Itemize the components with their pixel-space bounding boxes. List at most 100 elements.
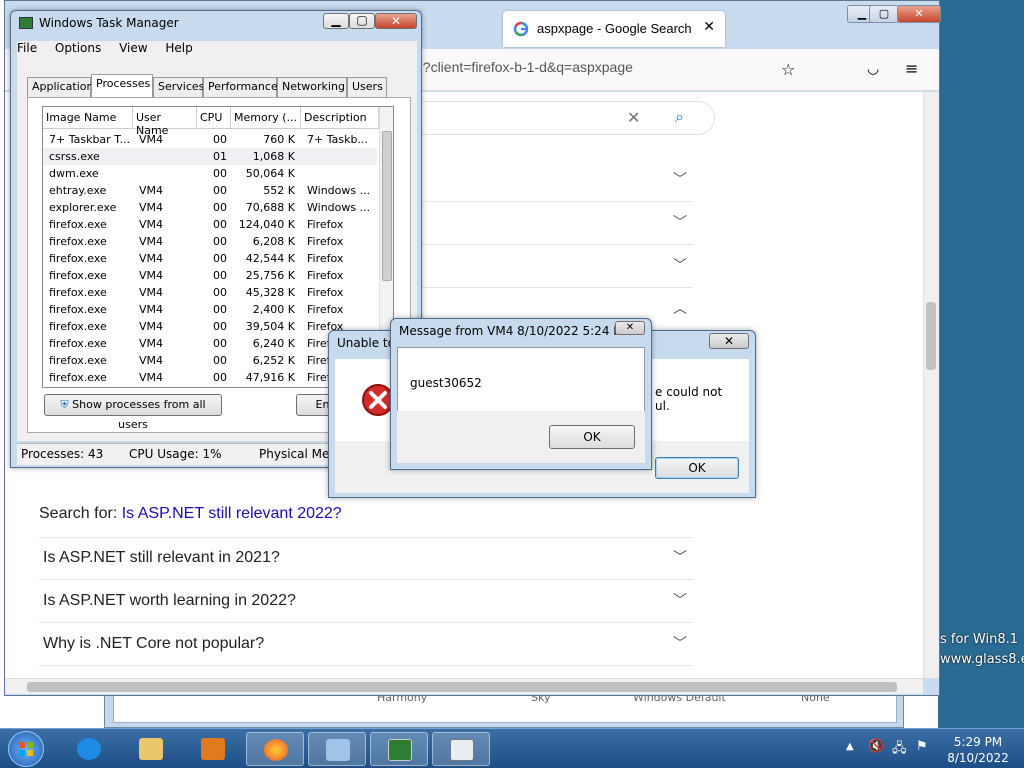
process-row[interactable]: ehtray.exe VM4 00 552 K Windows ... [43, 182, 377, 199]
process-memory: 124,040 K [238, 218, 295, 231]
google-icon [513, 21, 529, 37]
column-memory[interactable]: Memory (... [231, 107, 301, 129]
process-description: Firefox [307, 235, 344, 248]
close-tab-icon[interactable]: ✕ [703, 19, 715, 35]
process-image-name: firefox.exe [49, 303, 107, 316]
process-image-name: ehtray.exe [49, 184, 107, 197]
process-row[interactable]: firefox.exe VM4 00 47,916 K Firef [43, 369, 377, 386]
close-button[interactable]: ✕ [709, 333, 749, 349]
error-ok-button[interactable]: OK [655, 457, 739, 479]
shield-icon: ⛨ [60, 398, 69, 411]
process-user-name: VM4 [139, 133, 164, 146]
process-row[interactable]: firefox.exe VM4 00 6,208 K Firefox [43, 233, 377, 250]
process-row[interactable]: explorer.exe VM4 00 70,688 K Windows ... [43, 199, 377, 216]
url-bar[interactable]: h?client=firefox-b-1-d&q=aspxpage [415, 59, 633, 75]
scrollbar-thumb[interactable] [27, 682, 897, 692]
process-user-name: VM4 [139, 201, 164, 214]
taskbar-control-panel[interactable] [308, 732, 366, 766]
question-text: Is ASP.NET worth learning in 2022? [43, 592, 296, 609]
horizontal-scrollbar[interactable] [5, 678, 923, 694]
question-row[interactable]: Is ASP.NET worth learning in 2022? ﹀ [39, 580, 693, 623]
search-input[interactable]: ✕ ⌕ [415, 101, 715, 135]
process-cpu: 00 [213, 252, 227, 265]
tab-applications[interactable]: Applications [27, 77, 99, 97]
tab-processes[interactable]: Processes [91, 74, 153, 98]
close-button[interactable]: ✕ [615, 321, 645, 335]
search-for-link[interactable]: Is ASP.NET still relevant 2022? [122, 505, 342, 522]
maximize-button[interactable]: ▢ [349, 13, 375, 29]
process-image-name: firefox.exe [49, 354, 107, 367]
question-row[interactable]: Why is .NET Core not popular? ﹀ [39, 623, 693, 666]
error-message-line-1: e could not [655, 385, 723, 399]
chevron-down-icon: ﹀ [673, 214, 687, 230]
process-row[interactable]: firefox.exe VM4 00 39,504 K Firefox [43, 318, 377, 335]
scrollbar-thumb[interactable] [926, 302, 936, 370]
menu-icon[interactable]: ≡ [905, 59, 918, 78]
taskbar-file-explorer[interactable] [122, 732, 180, 766]
close-button[interactable]: ✕ [375, 13, 417, 29]
search-icon[interactable]: ⌕ [675, 107, 684, 127]
process-row[interactable]: firefox.exe VM4 00 6,252 K Firef [43, 352, 377, 369]
browser-tab[interactable]: aspxpage - Google Search ✕ [503, 11, 725, 47]
start-button[interactable] [8, 731, 44, 767]
taskbar-firefox[interactable] [246, 732, 304, 766]
tab-services[interactable]: Services [153, 77, 204, 97]
minimize-button[interactable]: ▁ [323, 13, 349, 29]
show-all-processes-button[interactable]: ⛨ Show processes from all users [44, 394, 222, 431]
status-cpu: CPU Usage: 1% [129, 447, 222, 461]
tab-performance[interactable]: Performance [203, 77, 278, 97]
process-row[interactable]: firefox.exe VM4 00 2,400 K Firefox [43, 301, 377, 318]
close-button[interactable]: ✕ [897, 5, 941, 23]
show-hidden-icons-icon[interactable]: ▲ [846, 741, 854, 752]
menu-options[interactable]: Options [55, 41, 101, 55]
error-message-line-2: ul. [655, 399, 670, 413]
process-row[interactable]: firefox.exe VM4 00 45,328 K Firefox [43, 284, 377, 301]
taskbar-task-manager[interactable] [370, 732, 428, 766]
column-user-name[interactable]: User Name [133, 107, 197, 137]
process-cpu: 00 [213, 337, 227, 350]
question-row[interactable]: Is ASP.NET still relevant in 2021? ﹀ [39, 537, 693, 580]
search-for-line: Search for: Is ASP.NET still relevant 20… [39, 505, 342, 523]
column-image-name[interactable]: Image Name [43, 107, 133, 129]
process-cpu: 00 [213, 167, 227, 180]
firefox-icon [264, 739, 288, 761]
process-image-name: 7+ Taskbar T... [49, 133, 131, 146]
process-image-name: firefox.exe [49, 218, 107, 231]
taskbar-message-window[interactable] [432, 732, 490, 766]
process-row[interactable]: firefox.exe VM4 00 42,544 K Firefox [43, 250, 377, 267]
bookmark-star-icon[interactable]: ☆ [781, 60, 795, 79]
maximize-button[interactable]: ▢ [869, 5, 899, 23]
clear-search-icon[interactable]: ✕ [627, 108, 640, 127]
process-row[interactable]: firefox.exe VM4 00 25,756 K Firefox [43, 267, 377, 284]
tab-users[interactable]: Users [347, 77, 387, 97]
tab-networking[interactable]: Networking [277, 77, 347, 97]
message-ok-button[interactable]: OK [549, 425, 635, 449]
status-processes: Processes: 43 [21, 447, 104, 461]
scrollbar-thumb[interactable] [382, 131, 392, 281]
taskbar-media-player[interactable] [184, 732, 242, 766]
process-row[interactable]: firefox.exe VM4 00 6,240 K Firef [43, 335, 377, 352]
process-image-name: firefox.exe [49, 235, 107, 248]
clock[interactable]: 5:29 PM 8/10/2022 [938, 734, 1018, 766]
menu-file[interactable]: File [17, 41, 37, 55]
column-description[interactable]: Description [301, 107, 379, 129]
menu-help[interactable]: Help [165, 41, 192, 55]
message-text: guest30652 [410, 376, 482, 390]
clock-date: 8/10/2022 [947, 751, 1009, 765]
menu-view[interactable]: View [119, 41, 147, 55]
process-row[interactable]: dwm.exe 00 50,064 K [43, 165, 377, 182]
process-row[interactable]: firefox.exe VM4 00 124,040 K Firefox [43, 216, 377, 233]
process-row[interactable]: csrss.exe 01 1,068 K [43, 148, 377, 165]
process-description: Windows ... [307, 184, 371, 197]
process-image-name: firefox.exe [49, 320, 107, 333]
network-icon[interactable]: 🖧 [892, 739, 907, 761]
speaker-muted-icon[interactable]: 🔇 [868, 739, 884, 754]
column-cpu[interactable]: CPU [197, 107, 231, 129]
taskbar-internet-explorer[interactable] [60, 732, 118, 766]
desktop-background [938, 0, 1024, 728]
vertical-scrollbar[interactable] [923, 92, 939, 678]
tab-title: aspxpage - Google Search [537, 21, 692, 36]
action-center-icon[interactable]: ⚑ [916, 739, 928, 754]
process-row[interactable]: 7+ Taskbar T... VM4 00 760 K 7+ Taskb... [43, 131, 377, 148]
pocket-icon[interactable]: ◡ [867, 61, 879, 77]
